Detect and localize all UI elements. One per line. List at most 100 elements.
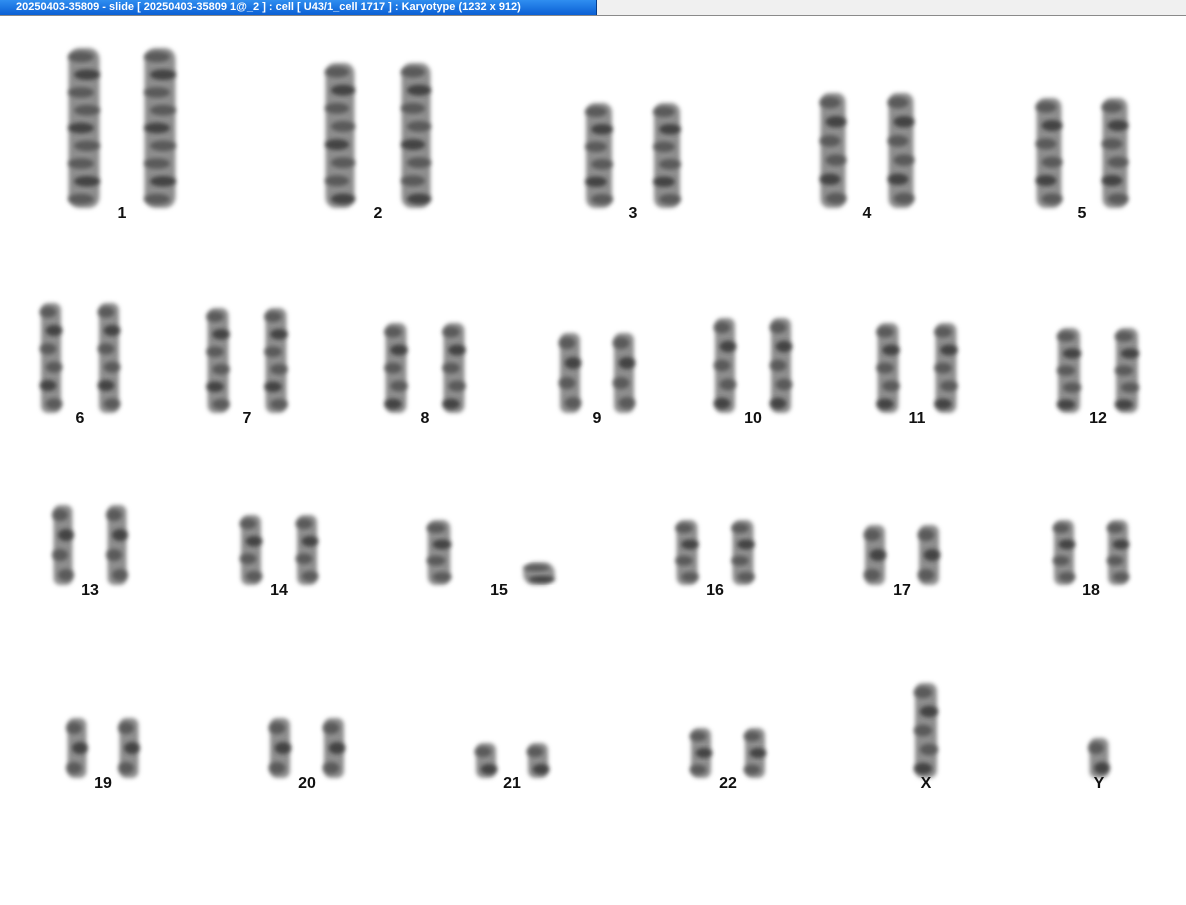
- chromosome-image-13: [52, 505, 128, 585]
- band: [528, 575, 556, 583]
- band: [301, 571, 319, 582]
- chromatid-8-2: [443, 323, 465, 413]
- band: [618, 397, 636, 409]
- chromosome-label-17: 17: [893, 582, 911, 599]
- band: [653, 141, 675, 152]
- band: [426, 523, 446, 533]
- band: [1101, 138, 1123, 150]
- chromatid-18-1: [1054, 520, 1074, 585]
- band: [863, 529, 881, 541]
- band: [66, 722, 82, 734]
- chromosome-label-6: 6: [75, 410, 85, 427]
- chromatid-4-1: [820, 93, 846, 208]
- chromatid-y-1: [1089, 738, 1109, 778]
- band: [585, 106, 607, 117]
- band: [112, 529, 128, 541]
- band: [887, 96, 909, 109]
- band: [919, 743, 939, 756]
- band: [675, 523, 693, 533]
- band: [695, 748, 713, 758]
- band: [869, 549, 887, 561]
- band: [330, 84, 356, 96]
- band: [442, 362, 460, 374]
- band: [426, 555, 446, 566]
- band: [330, 157, 356, 169]
- band: [245, 571, 263, 582]
- band: [295, 553, 313, 564]
- band: [743, 731, 761, 742]
- band: [149, 176, 177, 187]
- band: [713, 321, 731, 334]
- band: [893, 116, 915, 128]
- band: [919, 705, 939, 718]
- band: [1035, 175, 1057, 186]
- chromosome-label-9: 9: [592, 410, 602, 427]
- chromatid-14-1: [241, 515, 261, 585]
- band: [564, 357, 582, 369]
- band: [689, 764, 707, 775]
- band: [239, 553, 257, 564]
- band: [934, 326, 952, 338]
- band: [1058, 572, 1076, 582]
- band: [713, 397, 731, 410]
- chromosome-label-7: 7: [242, 410, 252, 427]
- band: [749, 748, 767, 758]
- chromosome-image-4: [819, 93, 915, 208]
- band: [432, 572, 452, 582]
- band: [330, 121, 356, 132]
- band: [819, 96, 841, 109]
- band: [206, 311, 224, 322]
- band: [149, 69, 177, 80]
- band: [1107, 193, 1129, 205]
- chromosome-image-x: [913, 683, 939, 778]
- band: [67, 87, 95, 98]
- chromosome-label-12: 12: [1089, 410, 1107, 427]
- chromosome-image-7: [206, 308, 288, 413]
- chromatid-11-1: [877, 323, 899, 413]
- band: [322, 762, 340, 774]
- band: [73, 140, 101, 152]
- band: [1062, 382, 1082, 393]
- band: [1062, 348, 1082, 359]
- chromosome-label-13: 13: [81, 582, 99, 599]
- band: [719, 340, 737, 353]
- band: [876, 398, 894, 410]
- band: [384, 362, 402, 374]
- band: [406, 84, 432, 96]
- band: [1106, 523, 1124, 533]
- band: [612, 377, 630, 389]
- band: [103, 325, 121, 336]
- band: [406, 193, 432, 205]
- chromosome-image-17: [863, 525, 941, 585]
- band: [1107, 120, 1129, 131]
- band: [270, 364, 288, 375]
- band: [769, 359, 787, 372]
- chromatid-20-2: [324, 718, 344, 778]
- band: [1112, 539, 1130, 550]
- chromosome-image-14: [239, 515, 319, 585]
- band: [245, 536, 263, 547]
- band: [149, 140, 177, 152]
- band: [591, 159, 613, 170]
- band: [212, 364, 230, 375]
- band: [324, 139, 350, 150]
- band: [274, 742, 292, 754]
- chromatid-1-2: [144, 48, 176, 208]
- band: [1094, 762, 1110, 774]
- band: [522, 564, 550, 572]
- band: [406, 121, 432, 132]
- chromatid-17-1: [865, 525, 885, 585]
- chromatid-6-2: [99, 303, 119, 413]
- chromosome-image-y: [1088, 738, 1110, 778]
- band: [480, 764, 498, 775]
- chromatid-12-1: [1058, 328, 1080, 413]
- chromatid-2-1: [325, 63, 355, 208]
- band: [769, 321, 787, 334]
- chromosome-image-15: [426, 520, 556, 585]
- band: [97, 306, 115, 318]
- band: [653, 106, 675, 117]
- chromatid-9-2: [614, 333, 634, 413]
- chromatid-12-2: [1116, 328, 1138, 413]
- chromatid-8-1: [385, 323, 407, 413]
- window-title-tab[interactable]: 20250403-35809 - slide [ 20250403-35809 …: [0, 0, 597, 15]
